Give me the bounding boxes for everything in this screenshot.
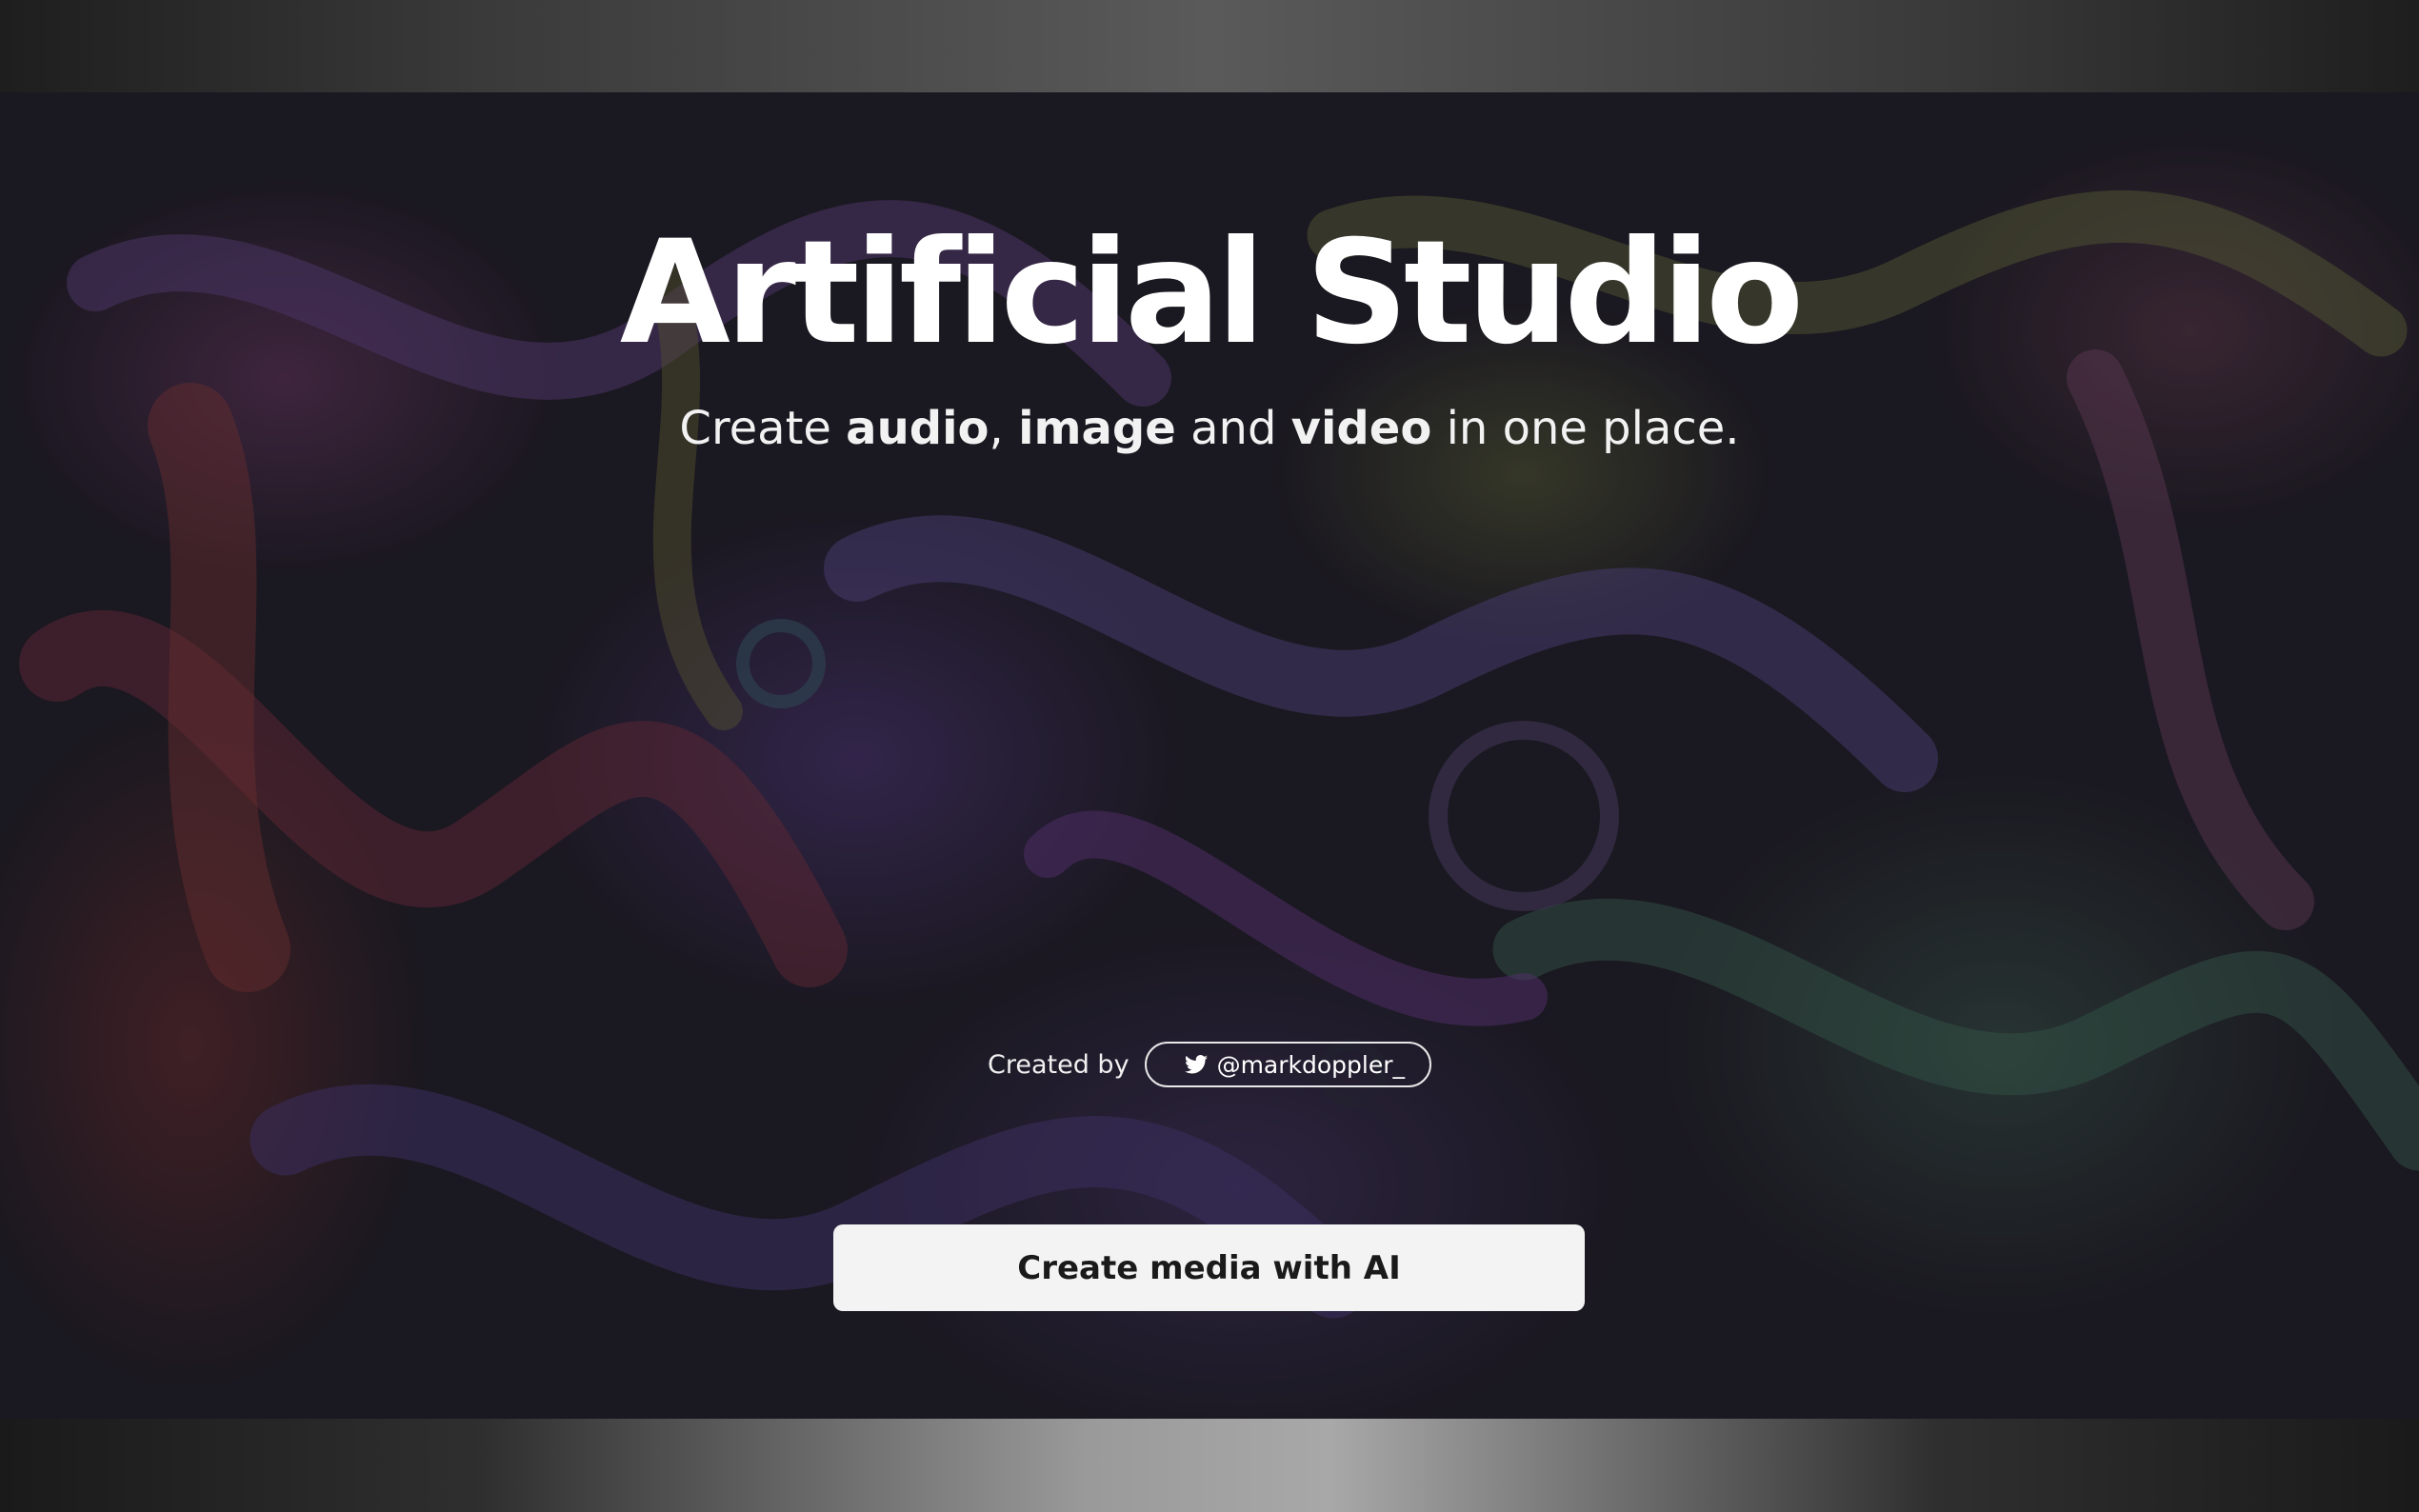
subtitle-video: video	[1290, 402, 1432, 455]
subtitle-prefix: Create	[679, 402, 847, 455]
subtitle-suffix: in one place.	[1431, 402, 1740, 455]
subtitle-image: image	[1018, 402, 1176, 455]
top-letterbox-bar	[0, 0, 2419, 92]
subtitle-comma: ,	[989, 402, 1004, 455]
twitter-profile-link[interactable]: @markdoppler_	[1144, 1042, 1431, 1087]
bottom-letterbox-bar	[0, 1419, 2419, 1512]
page-subtitle: Create audio, image and video in one pla…	[0, 400, 2419, 457]
created-by-label: Created by	[988, 1049, 1130, 1080]
twitter-handle: @markdoppler_	[1216, 1050, 1405, 1079]
twitter-bird-icon	[1184, 1055, 1208, 1074]
subtitle-audio: audio	[846, 402, 990, 455]
screen-frame: Artificial Studio Create audio, image an…	[0, 0, 2419, 1512]
credit-row: Created by @markdoppler_	[0, 1041, 2419, 1088]
create-media-button[interactable]: Create media with AI	[833, 1224, 1585, 1311]
subtitle-and: and	[1175, 402, 1291, 455]
page-title: Artificial Studio	[619, 210, 1804, 376]
